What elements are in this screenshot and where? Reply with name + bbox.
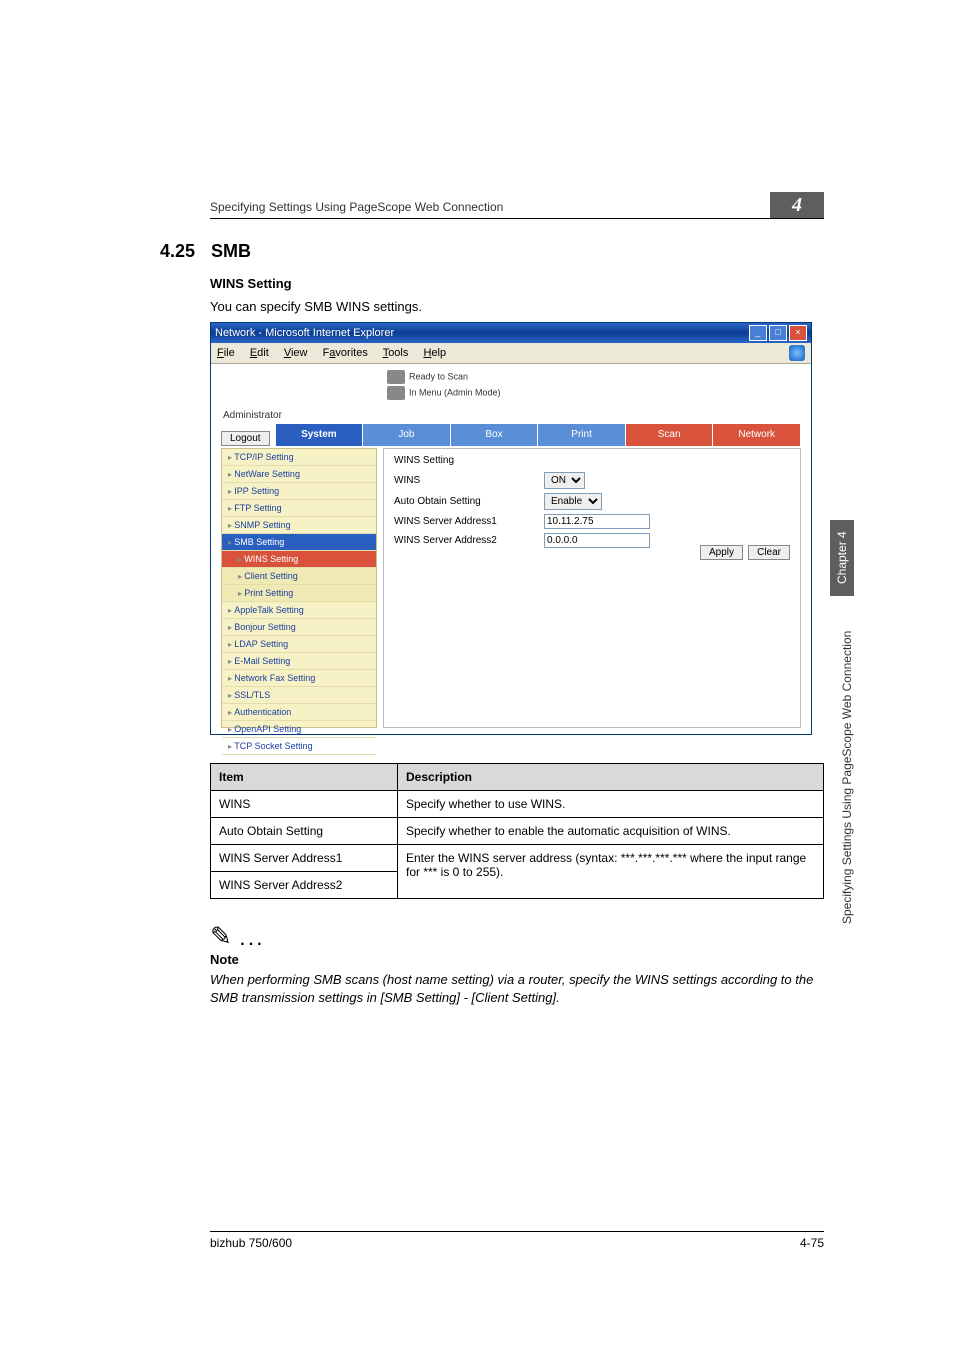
wins-label: WINS <box>394 475 544 486</box>
menu-view[interactable]: View <box>284 347 308 359</box>
running-head-text: Specifying Settings Using PageScope Web … <box>210 200 503 214</box>
sidebar-item-netware[interactable]: NetWare Setting <box>222 466 376 483</box>
clear-button[interactable]: Clear <box>748 545 790 560</box>
apply-button[interactable]: Apply <box>700 545 743 560</box>
tab-job[interactable]: Job <box>363 424 451 446</box>
sidebar-item-tcpip[interactable]: TCP/IP Setting <box>222 449 376 466</box>
table-row: Auto Obtain Setting <box>211 818 398 845</box>
sidebar-item-ldap[interactable]: LDAP Setting <box>222 636 376 653</box>
sidebar-item-netfax[interactable]: Network Fax Setting <box>222 670 376 687</box>
minimize-icon[interactable]: _ <box>749 325 767 341</box>
sidebar-item-ftp[interactable]: FTP Setting <box>222 500 376 517</box>
menu-tools[interactable]: Tools <box>383 347 409 359</box>
status-area: Ready to Scan In Menu (Admin Mode) <box>387 370 501 402</box>
window-titlebar: Network - Microsoft Internet Explorer _ … <box>211 323 811 343</box>
window-menubar: File Edit View Favorites Tools Help <box>211 343 811 364</box>
screenshot-window: Network - Microsoft Internet Explorer _ … <box>210 322 812 735</box>
table-row: WINS Server Address2 <box>211 872 398 899</box>
printer-icon <box>387 386 405 400</box>
addr1-input[interactable] <box>544 514 650 529</box>
printer-icon <box>387 370 405 384</box>
description-table: Item Description WINS Specify whether to… <box>210 763 824 899</box>
page-footer: bizhub 750/600 4-75 <box>210 1231 824 1250</box>
note-dots: ... <box>232 932 266 949</box>
window-title: Network - Microsoft Internet Explorer <box>215 323 394 343</box>
note-icon: ✎ <box>210 921 232 951</box>
logout-button[interactable]: Logout <box>221 431 270 446</box>
section-number: 4.25 <box>160 241 206 262</box>
subheading: WINS Setting <box>210 276 824 291</box>
sidebar-item-smb[interactable]: SMB Setting <box>222 534 376 551</box>
status-line-2: In Menu (Admin Mode) <box>409 387 501 397</box>
side-chapter-tab: Chapter 4 <box>830 520 854 596</box>
admin-label: Administrator <box>223 410 282 421</box>
tab-print[interactable]: Print <box>538 424 626 446</box>
table-row: Specify whether to enable the automatic … <box>398 818 824 845</box>
menu-file[interactable]: File <box>217 347 235 359</box>
ie-logo-icon <box>789 345 805 361</box>
table-row: Enter the WINS server address (syntax: *… <box>398 845 824 899</box>
tab-scan[interactable]: Scan <box>626 424 714 446</box>
footer-right: 4-75 <box>800 1236 824 1250</box>
sidebar-item-client[interactable]: Client Setting <box>222 568 376 585</box>
maximize-icon[interactable]: □ <box>769 325 787 341</box>
panel-heading: WINS Setting <box>394 455 790 466</box>
section-name: SMB <box>211 241 251 261</box>
note-body: When performing SMB scans (host name set… <box>210 971 824 1006</box>
table-head-item: Item <box>211 764 398 791</box>
sidebar-item-email[interactable]: E-Mail Setting <box>222 653 376 670</box>
intro-text: You can specify SMB WINS settings. <box>210 299 824 314</box>
note-block: ✎ ... Note When performing SMB scans (ho… <box>210 923 824 1006</box>
sidebar-item-bonjour[interactable]: Bonjour Setting <box>222 619 376 636</box>
wins-select[interactable]: ON <box>544 472 585 489</box>
sidebar: TCP/IP Setting NetWare Setting IPP Setti… <box>221 448 377 728</box>
tab-box[interactable]: Box <box>451 424 539 446</box>
sidebar-item-wins[interactable]: WINS Setting <box>222 551 376 568</box>
chapter-number-box: 4 <box>770 192 824 218</box>
auto-obtain-select[interactable]: Enable <box>544 493 602 510</box>
sidebar-item-tcpsocket[interactable]: TCP Socket Setting <box>222 738 376 755</box>
running-head: Specifying Settings Using PageScope Web … <box>210 200 824 219</box>
sidebar-item-auth[interactable]: Authentication <box>222 704 376 721</box>
sidebar-item-print[interactable]: Print Setting <box>222 585 376 602</box>
sidebar-item-ipp[interactable]: IPP Setting <box>222 483 376 500</box>
sidebar-item-appletalk[interactable]: AppleTalk Setting <box>222 602 376 619</box>
sidebar-item-ssl[interactable]: SSL/TLS <box>222 687 376 704</box>
tab-system[interactable]: System <box>276 424 364 446</box>
auto-obtain-label: Auto Obtain Setting <box>394 496 544 507</box>
menu-help[interactable]: Help <box>423 347 446 359</box>
section-title: 4.25 SMB <box>160 241 824 262</box>
side-chapter-text: Specifying Settings Using PageScope Web … <box>840 604 854 924</box>
addr1-label: WINS Server Address1 <box>394 516 544 527</box>
table-row: WINS Server Address1 <box>211 845 398 872</box>
status-line-1: Ready to Scan <box>409 371 468 381</box>
main-panel: WINS Setting WINS ON Auto Obtain Setting… <box>383 448 801 728</box>
note-title: Note <box>210 952 824 967</box>
menu-favorites[interactable]: Favorites <box>323 347 368 359</box>
footer-left: bizhub 750/600 <box>210 1236 292 1250</box>
sidebar-item-snmp[interactable]: SNMP Setting <box>222 517 376 534</box>
table-row: Specify whether to use WINS. <box>398 791 824 818</box>
sidebar-item-openapi[interactable]: OpenAPI Setting <box>222 721 376 738</box>
addr2-input[interactable] <box>544 533 650 548</box>
menu-edit[interactable]: Edit <box>250 347 269 359</box>
table-head-desc: Description <box>398 764 824 791</box>
table-row: WINS <box>211 791 398 818</box>
close-icon[interactable]: × <box>789 325 807 341</box>
tab-network[interactable]: Network <box>713 424 801 446</box>
addr2-label: WINS Server Address2 <box>394 535 544 546</box>
